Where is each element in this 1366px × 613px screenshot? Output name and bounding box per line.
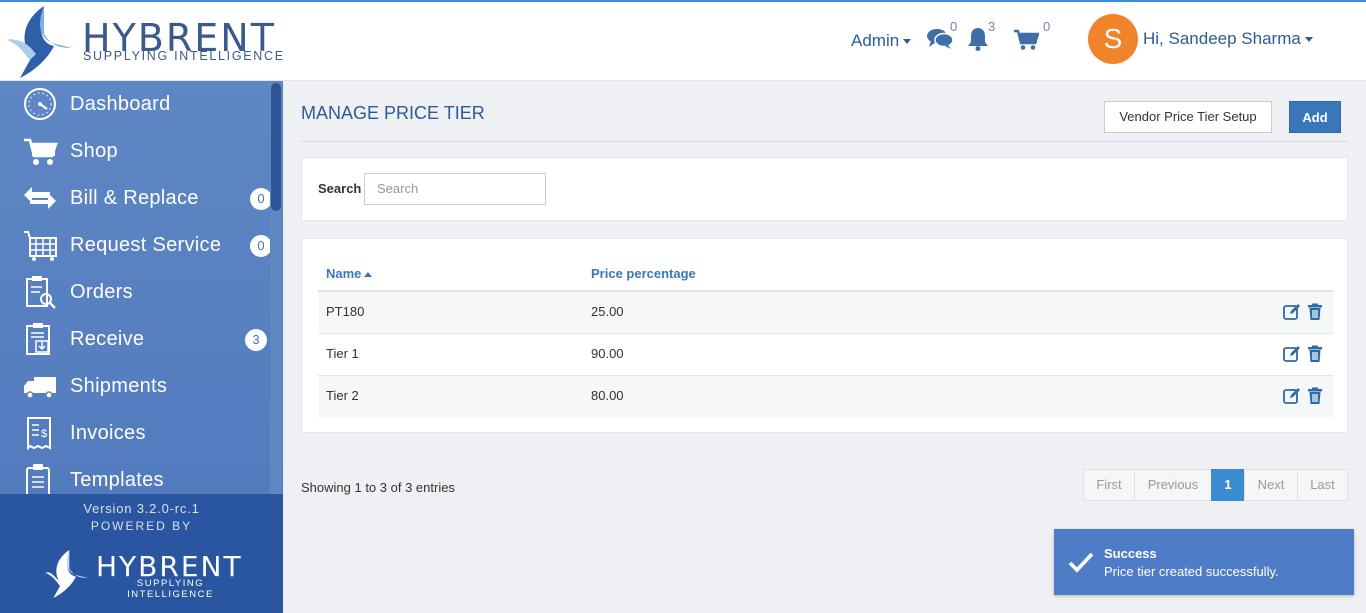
sidebar-item-shop[interactable]: Shop [0, 128, 270, 175]
messages-count: 0 [950, 19, 958, 34]
bill-replace-count-badge: 0 [250, 188, 272, 210]
sidebar-item-label: Shop [70, 140, 118, 162]
sidebar-item-label: Receive [70, 328, 145, 350]
top-header: HYBRENT SUPPLYING INTELLIGENCE Admin 0 3… [0, 2, 1366, 81]
row-price-percentage: 90.00 [591, 346, 624, 361]
sidebar-item-shipments[interactable]: Shipments [0, 363, 270, 410]
column-header-price-percentage[interactable]: Price percentage [591, 266, 696, 281]
sidebar-item-receive[interactable]: Receive 3 [0, 316, 270, 363]
search-input[interactable]: Search [364, 173, 546, 205]
request-service-count-badge: 0 [250, 235, 272, 257]
sidebar-footer: Version 3.2.0-rc.1 POWERED BY HYBRENT SU… [0, 494, 283, 613]
service-basket-icon [24, 231, 57, 261]
delete-trash-icon[interactable] [1306, 387, 1324, 405]
edit-icon[interactable] [1283, 387, 1301, 405]
svg-text:$: $ [41, 428, 47, 440]
toast-message: Price tier created successfully. [1104, 564, 1279, 579]
footer-logo-tagline: SUPPLYING INTELLIGENCE [127, 578, 214, 600]
footer-logo: HYBRENT SUPPLYING INTELLIGENCE [44, 542, 244, 604]
sidebar-item-label: Orders [70, 281, 133, 303]
sidebar-item-dashboard[interactable]: Dashboard [0, 81, 270, 128]
sidebar-item-label: Dashboard [70, 93, 171, 115]
invoice-icon: $ [27, 417, 51, 450]
row-name: PT180 [326, 304, 365, 319]
search-label: Search [318, 181, 362, 196]
shopping-cart-icon [24, 138, 58, 165]
row-name: Tier 2 [326, 388, 359, 403]
table-row: Tier 1 90.00 [318, 334, 1333, 376]
admin-dropdown[interactable]: Admin [851, 31, 912, 51]
row-price-percentage: 25.00 [591, 304, 624, 319]
page-title: MANAGE PRICE TIER [301, 103, 485, 123]
vendor-price-tier-setup-button[interactable]: Vendor Price Tier Setup [1104, 101, 1272, 133]
sidebar-item-request-service[interactable]: Request Service 0 [0, 222, 272, 269]
version-text: Version 3.2.0-rc.1 [83, 501, 200, 516]
sidebar-item-label: Request Service [70, 234, 222, 256]
pagination-last[interactable]: Last [1297, 469, 1348, 501]
price-tier-table: Name Price percentage PT180 25.00 Tier 1… [301, 238, 1348, 433]
dashboard-gauge-icon [24, 88, 56, 120]
sidebar-item-label: Templates [70, 469, 164, 491]
pagination-next[interactable]: Next [1244, 469, 1298, 501]
edit-icon[interactable] [1283, 303, 1301, 321]
receive-clipboard-icon [26, 323, 50, 355]
edit-icon[interactable] [1283, 345, 1301, 363]
pagination-previous[interactable]: Previous [1134, 469, 1212, 501]
replace-arrows-icon [24, 187, 56, 209]
user-greeting: Hi, Sandeep Sharma [1143, 29, 1301, 48]
delete-trash-icon[interactable] [1306, 303, 1324, 321]
sidebar-item-bill-replace[interactable]: Bill & Replace 0 [0, 175, 272, 222]
checkmark-icon [1068, 552, 1094, 573]
truck-icon [24, 377, 56, 399]
user-avatar[interactable]: S [1088, 14, 1138, 64]
title-divider [301, 141, 1348, 142]
admin-label: Admin [851, 31, 900, 50]
cart-icon[interactable] [1013, 29, 1039, 51]
sidebar-scrollbar-thumb[interactable] [271, 83, 281, 211]
table-row: PT180 25.00 [318, 292, 1333, 334]
toast-title: Success [1104, 546, 1157, 561]
logo-wing-icon [8, 6, 72, 78]
delete-trash-icon[interactable] [1306, 345, 1324, 363]
entries-info: Showing 1 to 3 of 3 entries [301, 480, 455, 495]
pagination-first[interactable]: First [1083, 469, 1135, 501]
sort-ascending-icon [364, 272, 373, 278]
sidebar-item-label: Shipments [70, 375, 168, 397]
templates-clipboard-icon [26, 464, 50, 497]
sidebar-item-label: Invoices [70, 422, 146, 444]
footer-logo-wing-icon [45, 550, 88, 598]
chevron-down-icon [903, 39, 912, 45]
sidebar-item-label: Bill & Replace [70, 187, 199, 209]
sidebar-item-invoices[interactable]: $ Invoices [0, 410, 270, 457]
column-header-name-label: Name [326, 266, 362, 281]
notifications-count: 3 [988, 19, 996, 34]
pagination-page-1[interactable]: 1 [1211, 469, 1245, 501]
orders-clipboard-icon [26, 276, 56, 309]
table-row: Tier 2 80.00 [318, 376, 1333, 418]
powered-by-text: POWERED BY [90, 519, 193, 533]
add-button[interactable]: Add [1289, 101, 1341, 133]
search-panel: Search Search [301, 157, 1348, 221]
sidebar-item-orders[interactable]: Orders [0, 269, 270, 316]
receive-count-badge: 3 [245, 329, 267, 351]
logo-tagline: SUPPLYING INTELLIGENCE [83, 49, 285, 63]
column-header-name[interactable]: Name [326, 266, 373, 281]
row-name: Tier 1 [326, 346, 359, 361]
row-price-percentage: 80.00 [591, 388, 624, 403]
cart-count: 0 [1043, 19, 1051, 34]
notifications-bell-icon[interactable] [966, 26, 990, 52]
success-toast[interactable]: Success Price tier created successfully. [1054, 529, 1354, 595]
user-menu[interactable]: Hi, Sandeep Sharma [1143, 29, 1313, 49]
hybrent-logo[interactable]: HYBRENT SUPPLYING INTELLIGENCE [6, 4, 286, 80]
chevron-down-icon [1304, 37, 1313, 43]
